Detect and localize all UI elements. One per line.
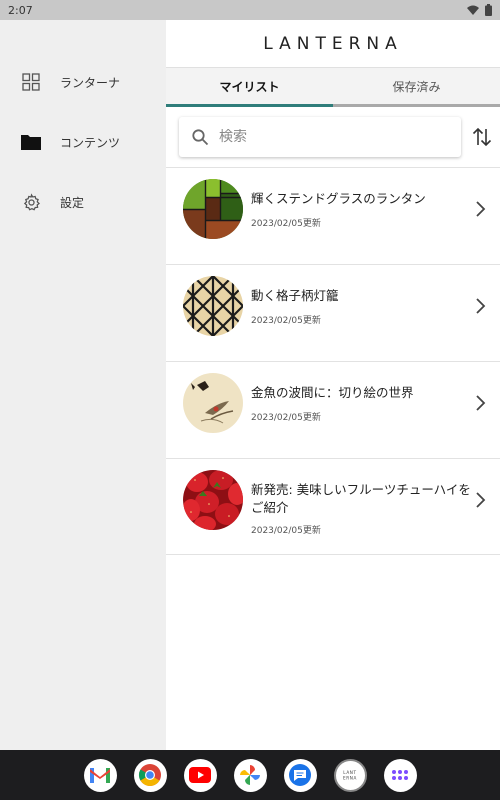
messages-icon[interactable] bbox=[283, 758, 317, 792]
search-input[interactable] bbox=[219, 129, 449, 145]
chrome-icon[interactable] bbox=[133, 758, 167, 792]
stained-glass-thumbnail bbox=[183, 179, 243, 239]
chevron-right-icon bbox=[476, 395, 486, 411]
lattice-lantern-thumbnail bbox=[183, 276, 243, 336]
photos-icon[interactable] bbox=[233, 758, 267, 792]
svg-text:LANT: LANT bbox=[343, 770, 356, 775]
battery-icon bbox=[485, 4, 492, 16]
strawberry-thumbnail bbox=[183, 470, 243, 530]
content-list: 輝くステンドグラスのランタン 2023/02/05更新 動く格子柄灯籠 2023… bbox=[166, 167, 500, 555]
status-time: 2:07 bbox=[8, 3, 33, 17]
search-icon bbox=[192, 129, 209, 146]
app-dock: LANT ERNA bbox=[0, 750, 500, 800]
lanterna-app-icon[interactable]: LANT ERNA bbox=[333, 758, 367, 792]
chevron-right-icon bbox=[476, 298, 486, 314]
sidebar-item-lanterna[interactable]: ランターナ bbox=[0, 62, 166, 102]
sidebar-item-settings[interactable]: 設定 bbox=[0, 182, 166, 222]
list-item[interactable]: 輝くステンドグラスのランタン 2023/02/05更新 bbox=[166, 167, 500, 264]
list-item-title: 輝くステンドグラスのランタン bbox=[251, 191, 426, 206]
sidebar-item-label: ランターナ bbox=[60, 75, 121, 90]
folder-icon bbox=[21, 132, 41, 152]
list-item-date: 2023/02/05更新 bbox=[251, 526, 321, 536]
tab-my-list[interactable]: マイリスト bbox=[166, 68, 333, 104]
status-bar: 2:07 bbox=[0, 0, 500, 20]
sidebar: ランターナ コンテンツ 設定 bbox=[0, 20, 166, 750]
list-item-title: 新発売: 美味しいフルーツチューハイをご紹介 bbox=[251, 482, 471, 515]
sidebar-item-label: コンテンツ bbox=[60, 135, 121, 150]
list-item[interactable]: 新発売: 美味しいフルーツチューハイをご紹介 2023/02/05更新 bbox=[166, 458, 500, 555]
sort-icon bbox=[472, 127, 492, 147]
list-item-date: 2023/02/05更新 bbox=[251, 413, 321, 423]
list-item-title: 動く格子柄灯籠 bbox=[251, 288, 339, 303]
sidebar-item-contents[interactable]: コンテンツ bbox=[0, 122, 166, 162]
goldfish-papercut-thumbnail bbox=[183, 373, 243, 433]
tab-saved[interactable]: 保存済み bbox=[333, 68, 500, 104]
app-drawer-icon[interactable] bbox=[383, 758, 417, 792]
sidebar-item-label: 設定 bbox=[60, 195, 85, 210]
sort-button[interactable] bbox=[468, 123, 496, 151]
wifi-icon bbox=[467, 5, 479, 15]
app-title: LANTERNA bbox=[263, 34, 403, 54]
gear-icon bbox=[21, 192, 41, 212]
list-item-title: 金魚の波間に：切り絵の世界 bbox=[251, 385, 414, 400]
youtube-icon[interactable] bbox=[183, 758, 217, 792]
list-item[interactable]: 金魚の波間に：切り絵の世界 2023/02/05更新 bbox=[166, 361, 500, 458]
chevron-right-icon bbox=[476, 201, 486, 217]
tab-indicator bbox=[166, 104, 333, 107]
chevron-right-icon bbox=[476, 492, 486, 508]
gmail-icon[interactable] bbox=[83, 758, 117, 792]
list-item-date: 2023/02/05更新 bbox=[251, 316, 321, 326]
tab-bar: マイリスト 保存済み bbox=[166, 68, 500, 104]
main-panel: LANTERNA マイリスト 保存済み 検索 輝くステンドグラスのランタン 20… bbox=[166, 20, 500, 750]
list-item[interactable]: 動く格子柄灯籠 2023/02/05更新 bbox=[166, 264, 500, 361]
search-box[interactable] bbox=[179, 117, 461, 157]
list-item-date: 2023/02/05更新 bbox=[251, 219, 321, 229]
grid-icon bbox=[21, 72, 41, 92]
svg-text:ERNA: ERNA bbox=[343, 776, 357, 781]
search-row bbox=[166, 117, 500, 157]
